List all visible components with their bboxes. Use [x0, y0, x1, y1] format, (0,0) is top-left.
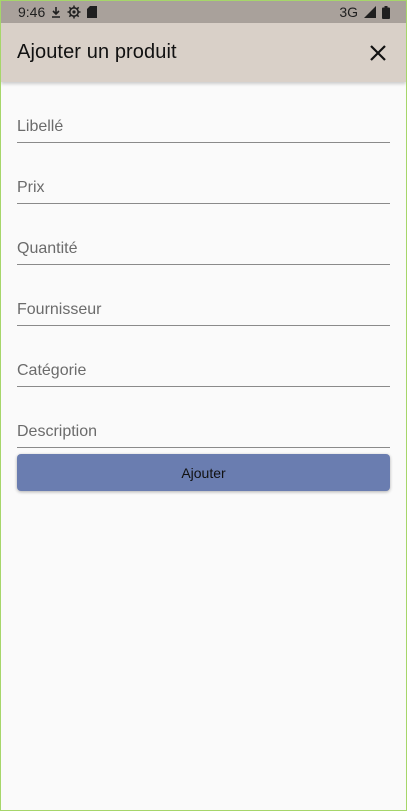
page-title: Ajouter un produit — [17, 41, 177, 63]
quantite-input[interactable] — [17, 240, 390, 258]
status-bar: 9:46 3G — [1, 1, 406, 23]
libelle-field — [17, 82, 390, 143]
status-right: 3G — [339, 4, 390, 20]
app-bar: Ajouter un produit — [1, 23, 406, 82]
quantite-field — [17, 204, 390, 265]
product-form: Ajouter — [1, 82, 406, 491]
description-input[interactable] — [17, 423, 390, 441]
download-icon — [51, 6, 61, 18]
network-type: 3G — [339, 4, 358, 20]
libelle-input[interactable] — [17, 118, 390, 136]
categorie-field — [17, 326, 390, 387]
app-screen: 9:46 3G Ajouter un produit Libellé Prix … — [0, 0, 407, 811]
close-button[interactable] — [366, 41, 390, 65]
status-time: 9:46 — [18, 4, 46, 20]
categorie-input[interactable] — [17, 362, 390, 380]
status-left: 9:46 — [18, 4, 98, 20]
sim-card-icon — [87, 6, 98, 18]
close-icon — [370, 44, 386, 61]
gear-icon — [67, 5, 81, 19]
prix-input[interactable] — [17, 179, 390, 197]
battery-icon — [382, 5, 390, 19]
fournisseur-input[interactable] — [17, 301, 390, 319]
signal-icon — [364, 6, 376, 18]
ajouter-button[interactable]: Ajouter — [17, 454, 390, 491]
description-field — [17, 387, 390, 448]
fournisseur-field — [17, 265, 390, 326]
prix-field — [17, 143, 390, 204]
